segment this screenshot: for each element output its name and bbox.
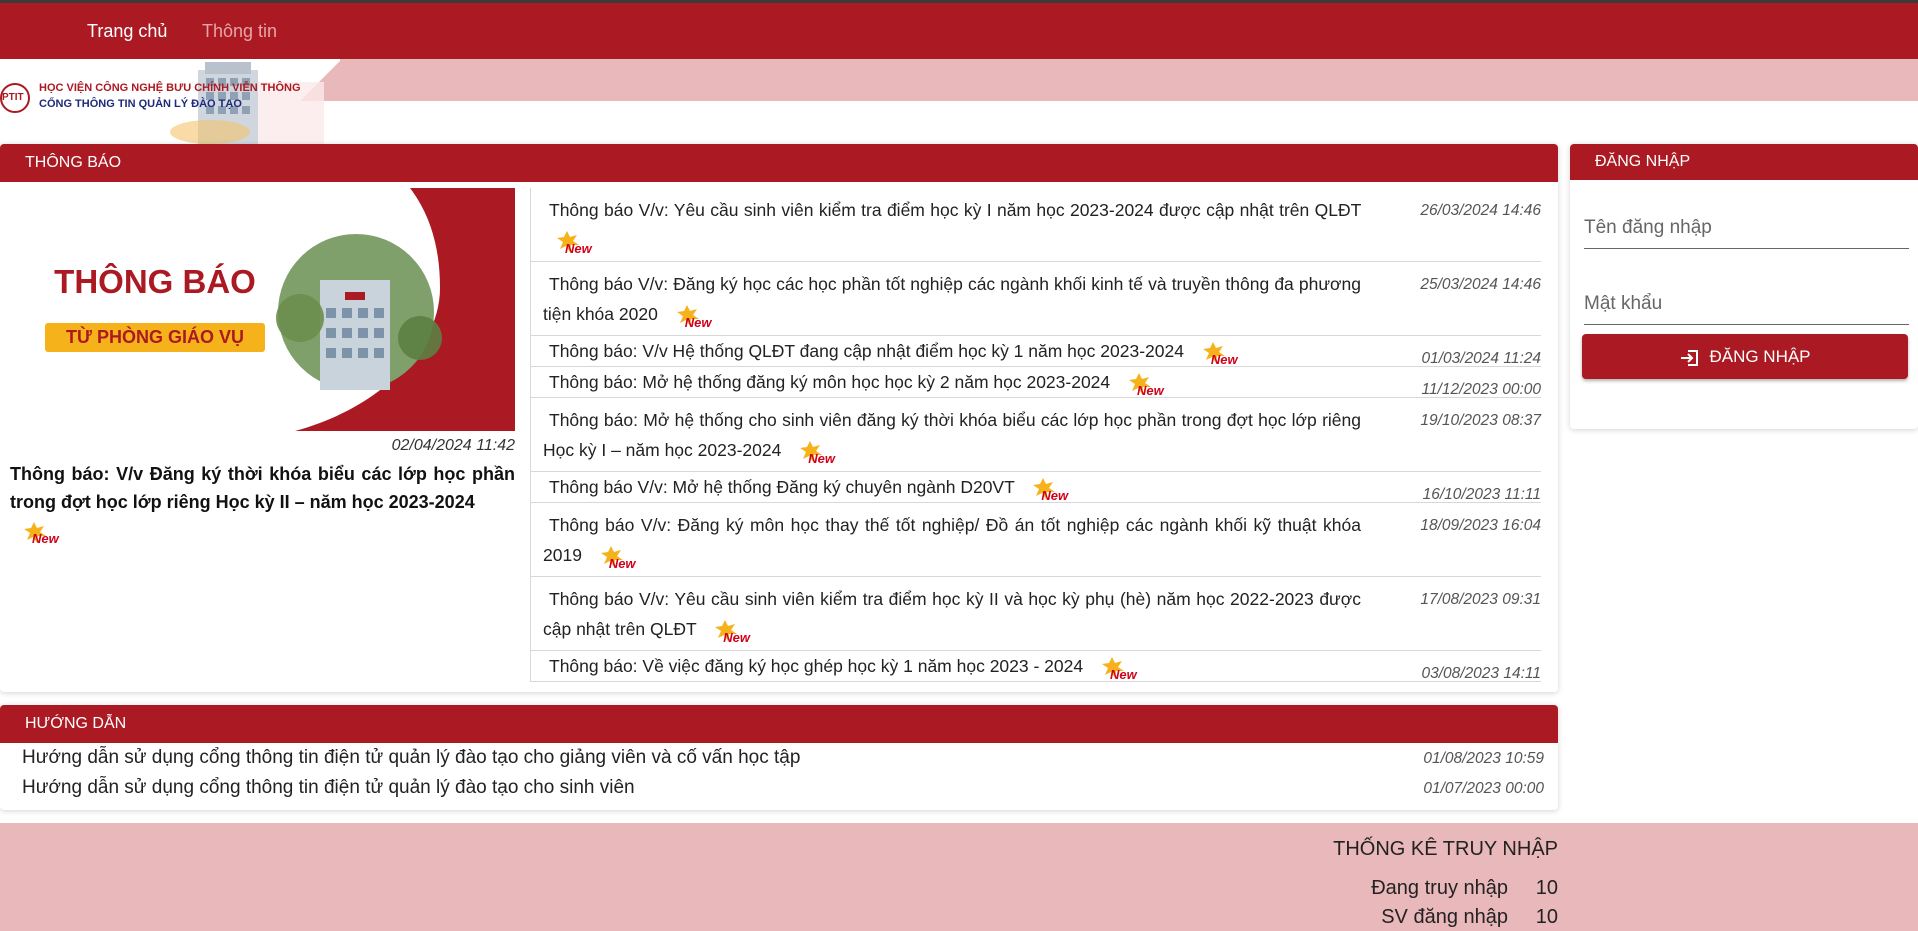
notice-row[interactable]: Thông báo: Mở hệ thống cho sinh viên đăn… [531, 398, 1541, 472]
footer: THỐNG KÊ TRUY NHẬP Đang truy nhập 10 SV … [0, 823, 1918, 931]
notice-row[interactable]: Thông báo V/v: Yêu cầu sinh viên kiểm tr… [531, 577, 1541, 651]
notice-title[interactable]: Thông báo V/v: Đăng ký môn học thay thế … [543, 515, 1361, 565]
new-badge-icon: New [600, 544, 643, 571]
banner-graphic [45, 188, 515, 431]
stats-sv-label: SV đăng nhập [1381, 906, 1508, 928]
guide-panel: HƯỚNG DẪN Hướng dẫn sử dụng cổng thông t… [0, 705, 1558, 810]
notice-title[interactable]: Thông báo: Mở hệ thống đăng ký môn học h… [543, 372, 1110, 392]
guide-date: 01/08/2023 10:59 [1423, 750, 1544, 767]
notice-row[interactable]: Thông báo: Về việc đăng ký học ghép học … [531, 651, 1541, 682]
featured-notice[interactable]: Thông báo: V/v Đăng ký thời khóa biểu cá… [10, 460, 515, 546]
notice-panel-header: THÔNG BÁO [0, 144, 1558, 182]
notice-row[interactable]: Thông báo V/v: Đăng ký học các học phần … [531, 262, 1541, 336]
login-panel-header: ĐĂNG NHẬP [1570, 144, 1918, 180]
banner-subtitle: TỪ PHÒNG GIÁO VỤ [66, 327, 244, 347]
notice-list: Thông báo V/v: Yêu cầu sinh viên kiểm tr… [530, 188, 1541, 682]
login-panel-title: ĐĂNG NHẬP [1595, 153, 1691, 170]
notice-row[interactable]: Thông báo: Mở hệ thống đăng ký môn học h… [531, 367, 1541, 398]
notice-title[interactable]: Thông báo V/v: Đăng ký học các học phần … [543, 274, 1361, 324]
logo-line-2: CỔNG THÔNG TIN QUẢN LÝ ĐÀO TẠO [39, 98, 242, 110]
featured-title[interactable]: Thông báo: V/v Đăng ký thời khóa biểu cá… [10, 464, 515, 512]
notice-row[interactable]: Thông báo V/v: Yêu cầu sinh viên kiểm tr… [531, 188, 1541, 262]
stats-sv-value: 10 [1535, 906, 1558, 928]
new-badge-icon: New [715, 618, 757, 645]
guide-item-student[interactable]: Hướng dẫn sử dụng cổng thông tin điện tử… [22, 777, 635, 799]
nav-info-link[interactable]: Thông tin [202, 3, 277, 59]
notice-title[interactable]: Thông báo V/v: Mở hệ thống Đăng ký chuyê… [543, 477, 1014, 497]
logo-line-1: HỌC VIỆN CÔNG NGHỆ BƯU CHÍNH VIỄN THÔNG [39, 82, 301, 94]
nav-home-link[interactable]: Trang chủ [87, 3, 167, 59]
notice-date: 26/03/2024 14:46 [1420, 202, 1541, 219]
header-band [340, 59, 1918, 101]
password-field[interactable]: Mật khẩu [1584, 284, 1909, 325]
stats-online-label: Đang truy nhập [1371, 877, 1508, 899]
new-badge-icon: New [1101, 655, 1144, 682]
featured-banner-image[interactable]: THÔNG BÁO TỪ PHÒNG GIÁO VỤ [0, 188, 515, 431]
top-navbar: Trang chủ Thông tin [0, 0, 1918, 59]
featured-date: 02/04/2024 11:42 [391, 437, 515, 454]
banner-title: THÔNG BÁO [54, 263, 256, 300]
notice-date: 25/03/2024 14:46 [1420, 276, 1541, 293]
new-badge-icon: New [800, 439, 842, 466]
new-badge-icon: New [1129, 371, 1171, 398]
guide-item-lecturer[interactable]: Hướng dẫn sử dụng cổng thông tin điện tử… [22, 747, 800, 769]
login-icon [1681, 349, 1699, 366]
guide-panel-header: HƯỚNG DẪN [0, 705, 1558, 743]
new-badge-icon: New [1202, 340, 1245, 367]
guide-panel-title: HƯỚNG DẪN [25, 715, 127, 732]
guide-date: 01/07/2023 00:00 [1423, 780, 1544, 797]
new-badge-icon: New [24, 520, 66, 546]
notice-panel-title: THÔNG BÁO [25, 154, 122, 171]
login-button[interactable]: ĐĂNG NHẬP [1582, 334, 1908, 379]
stats-title: THỐNG KÊ TRUY NHẬP [1333, 838, 1558, 860]
login-panel: ĐĂNG NHẬP Tên đăng nhập Mật khẩu ĐĂNG NH… [1570, 144, 1918, 429]
site-logo[interactable]: PTIT HỌC VIỆN CÔNG NGHỆ BƯU CHÍNH VIỄN T… [0, 62, 330, 144]
notice-title[interactable]: Thông báo: Về việc đăng ký học ghép học … [543, 656, 1083, 676]
notice-row[interactable]: Thông báo V/v: Mở hệ thống Đăng ký chuyê… [531, 472, 1541, 503]
notice-date: 03/08/2023 14:11 [1421, 665, 1541, 682]
notice-date: 17/08/2023 09:31 [1420, 591, 1541, 608]
logo-mark: PTIT [2, 92, 24, 103]
new-badge-icon: New [1033, 476, 1075, 503]
notice-row[interactable]: Thông báo V/v: Đăng ký môn học thay thế … [531, 503, 1541, 577]
notice-date: 18/09/2023 16:04 [1420, 517, 1541, 534]
notice-title[interactable]: Thông báo: V/v Hệ thống QLĐT đang cập nh… [543, 341, 1184, 361]
notice-title[interactable]: Thông báo V/v: Yêu cầu sinh viên kiểm tr… [543, 589, 1361, 639]
username-field[interactable]: Tên đăng nhập [1584, 208, 1909, 249]
new-badge-icon: New [557, 229, 599, 256]
stats-online-value: 10 [1535, 877, 1558, 899]
notice-row[interactable]: Thông báo: V/v Hệ thống QLĐT đang cập nh… [531, 336, 1541, 367]
notice-date: 19/10/2023 08:37 [1420, 412, 1541, 429]
login-button-label: ĐĂNG NHẬP [1709, 347, 1811, 366]
notice-title[interactable]: Thông báo: Mở hệ thống cho sinh viên đăn… [543, 410, 1361, 460]
new-badge-icon: New [676, 303, 719, 330]
notice-title[interactable]: Thông báo V/v: Yêu cầu sinh viên kiểm tr… [543, 200, 1361, 220]
